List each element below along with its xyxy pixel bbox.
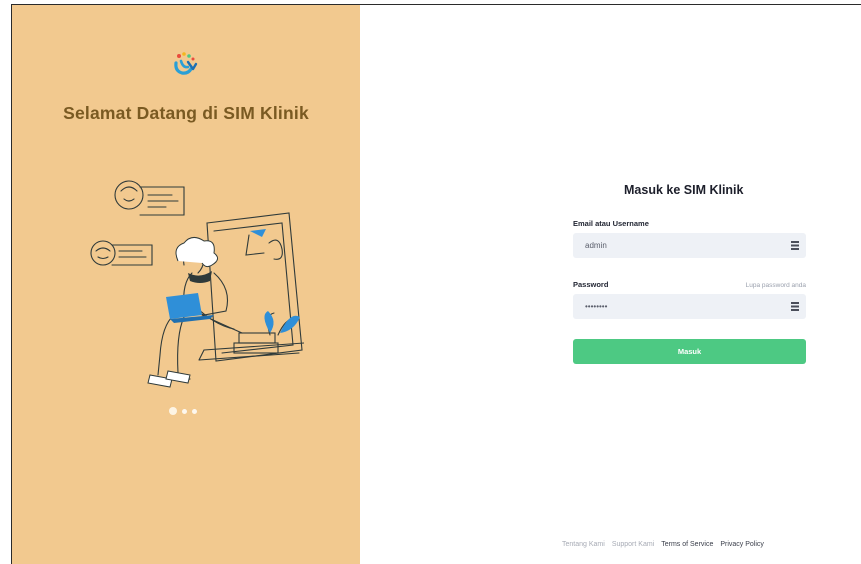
- carousel-dot-1[interactable]: [169, 407, 177, 415]
- list-icon: [791, 302, 799, 311]
- footer-privacy-link[interactable]: Privacy Policy: [720, 541, 764, 548]
- footer-terms-link[interactable]: Terms of Service: [661, 541, 713, 548]
- person-laptop-illustration: [90, 180, 304, 388]
- password-label: Password: [573, 280, 609, 289]
- username-label: Email atau Username: [573, 219, 649, 228]
- welcome-panel: Selamat Datang di SIM Klinik: [12, 5, 360, 564]
- username-field: [573, 233, 806, 258]
- login-title-text: Masuk ke SIM Klinik: [624, 183, 744, 197]
- login-button[interactable]: Masuk: [573, 339, 806, 364]
- password-input[interactable]: [573, 294, 778, 319]
- welcome-title: Selamat Datang di SIM Klinik: [63, 103, 309, 123]
- clinic-logo-icon: [174, 52, 198, 75]
- password-field: [573, 294, 806, 319]
- username-input[interactable]: [573, 233, 778, 258]
- forgot-password-link[interactable]: Lupa password anda: [726, 282, 806, 289]
- footer-links: Tentang Kami Support Kami Terms of Servi…: [562, 541, 820, 548]
- footer-about-link[interactable]: Tentang Kami: [562, 541, 605, 548]
- login-page: Selamat Datang di SIM Klinik Masuk ke SI…: [11, 4, 861, 564]
- carousel-dot-2[interactable]: [182, 408, 187, 414]
- list-icon: [791, 241, 799, 250]
- login-panel: Masuk ke SIM Klinik Email atau Username …: [360, 5, 861, 564]
- footer-support-link[interactable]: Support Kami: [612, 541, 654, 548]
- carousel-dot-3[interactable]: [192, 408, 197, 414]
- carousel-dots: [169, 407, 197, 415]
